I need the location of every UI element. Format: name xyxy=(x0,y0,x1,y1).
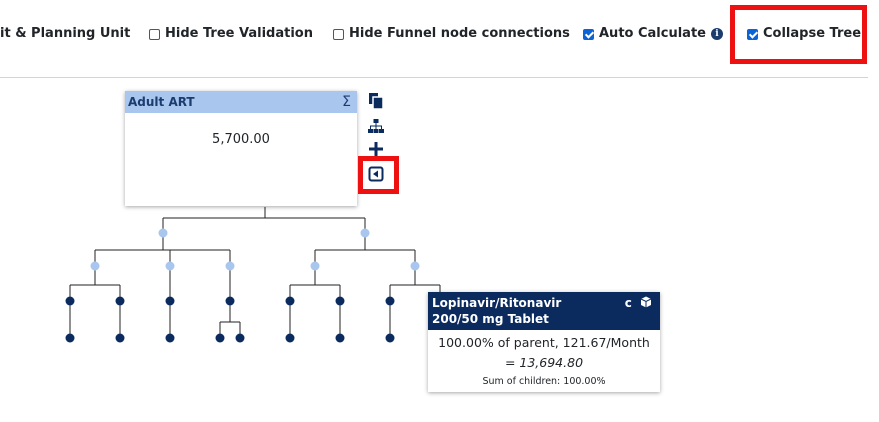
sigma-icon: Σ xyxy=(342,94,351,110)
leaf-node-title-line1: Lopinavir/Ritonavir xyxy=(432,296,562,310)
copy-icon[interactable] xyxy=(367,92,385,110)
node-dot xyxy=(385,333,395,343)
node-dot xyxy=(115,333,125,343)
node-dot xyxy=(165,296,175,306)
node-dot xyxy=(215,333,225,343)
node-dot xyxy=(335,333,345,343)
sitemap-icon[interactable] xyxy=(367,117,385,135)
leaf-node-children-sum: Sum of children: 100.00% xyxy=(482,376,606,387)
root-node-value: 5,700.00 xyxy=(212,132,270,147)
node-dot xyxy=(285,333,295,343)
node-dot xyxy=(115,296,125,306)
root-node-header: Adult ART Σ xyxy=(125,91,357,113)
connector-dot xyxy=(360,228,370,238)
connector-dot xyxy=(310,261,320,271)
connector-dot xyxy=(410,261,420,271)
node-dot xyxy=(285,296,295,306)
node-dot xyxy=(335,296,345,306)
cube-icon xyxy=(636,296,652,310)
leaf-node-title-line2: 200/50 mg Tablet xyxy=(432,312,549,326)
connector-dot xyxy=(165,261,175,271)
leaf-node-header: Lopinavir/Ritonavir 200/50 mg Tablet c xyxy=(428,292,660,330)
c-badge: c xyxy=(624,296,632,310)
node-dot xyxy=(225,296,235,306)
collapse-node-highlight xyxy=(358,156,399,194)
root-node-title: Adult ART xyxy=(128,95,195,109)
connector-dot xyxy=(225,261,235,271)
node-dot xyxy=(385,296,395,306)
node-dot xyxy=(235,333,245,343)
leaf-node-lopinavir[interactable]: Lopinavir/Ritonavir 200/50 mg Tablet c 1… xyxy=(428,292,660,392)
connector-dot xyxy=(158,228,168,238)
leaf-node-percent: 100.00% of parent, 121.67/Month xyxy=(438,335,650,350)
root-node-adult-art[interactable]: Adult ART Σ 5,700.00 xyxy=(125,91,357,206)
leaf-node-badges: c xyxy=(625,295,652,311)
connector-dot xyxy=(90,261,100,271)
leaf-node-value: = 13,694.80 xyxy=(504,355,584,370)
node-dot xyxy=(65,296,75,306)
node-dot xyxy=(65,333,75,343)
node-dot xyxy=(165,333,175,343)
